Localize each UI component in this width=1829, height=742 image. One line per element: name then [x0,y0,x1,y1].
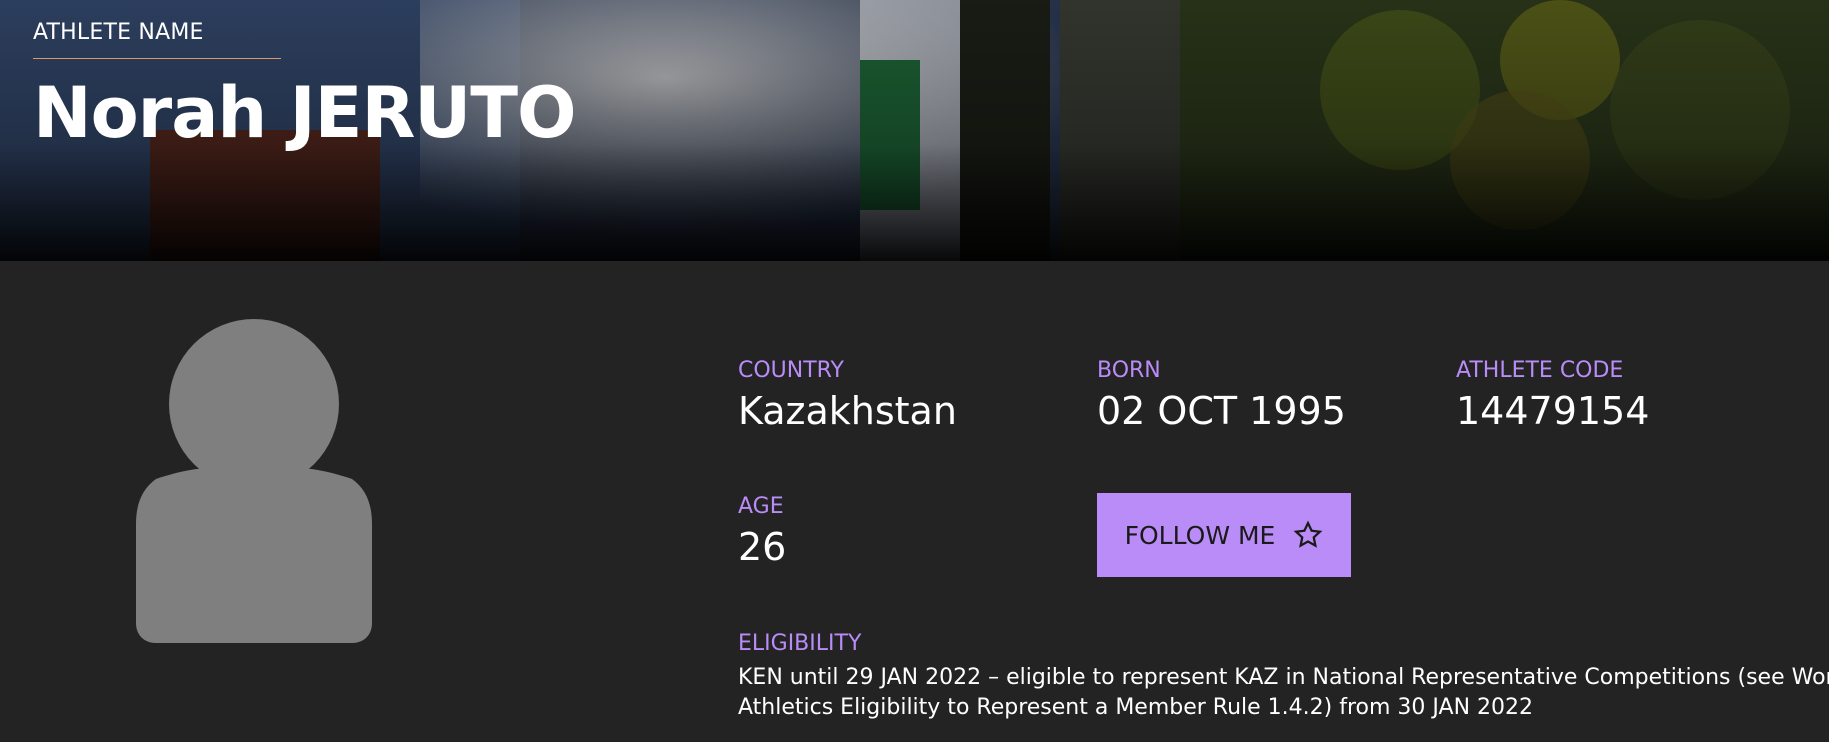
country-field: COUNTRY Kazakhstan [738,358,957,435]
eligibility-label: ELIGIBILITY [738,631,862,656]
eligibility-field: ELIGIBILITY KEN until 29 JAN 2022 – elig… [738,631,1829,723]
athlete-code-value: 14479154 [1456,389,1650,433]
athlete-code-label: ATHLETE CODE [1456,358,1624,383]
born-label: BORN [1097,358,1161,383]
country-value: Kazakhstan [738,389,957,433]
country-label: COUNTRY [738,358,844,383]
divider [33,58,281,59]
age-label: AGE [738,494,784,519]
follow-me-button[interactable]: FOLLOW ME [1097,493,1351,577]
athlete-code-field: ATHLETE CODE 14479154 [1456,358,1649,435]
follow-me-label: FOLLOW ME [1124,520,1276,550]
star-outline-icon [1293,520,1323,548]
age-value: 26 [738,525,787,569]
eligibility-value: KEN until 29 JAN 2022 – eligible to repr… [738,665,1829,720]
born-value: 02 OCT 1995 [1097,389,1346,433]
hero-banner: ATHLETE NAME Norah JERUTO [0,0,1829,261]
avatar-placeholder-icon [136,319,372,643]
athlete-name: Norah JERUTO [33,72,576,154]
born-field: BORN 02 OCT 1995 [1097,358,1346,435]
athlete-profile: COUNTRY Kazakhstan BORN 02 OCT 1995 ATHL… [0,261,1829,742]
age-field: AGE 26 [738,494,786,571]
athlete-name-label: ATHLETE NAME [33,20,204,45]
